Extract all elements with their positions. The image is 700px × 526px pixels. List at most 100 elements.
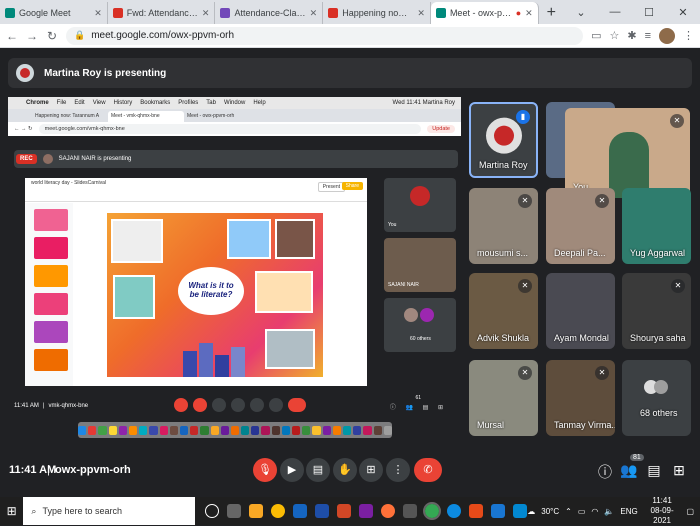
wifi-icon[interactable]: ◠ <box>591 507 598 516</box>
tab-search-icon[interactable]: ⌄ <box>564 6 598 19</box>
firefox-app-icon[interactable] <box>381 504 396 518</box>
app-icon[interactable] <box>359 504 374 518</box>
captions-button[interactable]: ▤ <box>306 458 330 482</box>
activities-icon[interactable]: ⊞ <box>670 462 688 479</box>
bookmark-star-icon[interactable]: ☆ <box>609 29 619 42</box>
chat-icon[interactable]: ▤ <box>645 462 663 479</box>
task-view-icon[interactable] <box>205 504 220 518</box>
inner-tile-sajani: SAJANI NAIR <box>384 238 456 292</box>
notifications-icon[interactable]: ▢ <box>686 507 694 516</box>
reload-icon[interactable]: ↻ <box>46 29 58 43</box>
chrome-active-app-icon[interactable] <box>423 502 442 520</box>
dock-app-icon <box>312 425 321 435</box>
mac-menu-item: Bookmarks <box>140 100 171 106</box>
close-icon[interactable]: ✕ <box>94 8 102 19</box>
dock-app-icon <box>353 425 362 435</box>
more-options-button[interactable]: ⋮ <box>386 458 410 482</box>
camera-button[interactable]: ▶ <box>280 458 304 482</box>
slide-thumbnail <box>34 293 68 315</box>
browser-tab-gmail[interactable]: Fwd: Attendance Link for III - ✕ <box>108 2 216 24</box>
word-app-icon[interactable] <box>315 504 330 518</box>
language-indicator[interactable]: ENG <box>620 507 637 516</box>
browser-tab-happening-now[interactable]: Happening now: Martina Roy ✕ <box>323 2 431 24</box>
participant-tile-mousumi[interactable]: ✕ mousumi s... <box>469 188 538 264</box>
participant-tile-mursal[interactable]: ✕ Mursal <box>469 360 538 436</box>
close-window-icon[interactable]: ✕ <box>666 6 700 19</box>
meeting-details-icon[interactable]: ⓘ <box>596 462 614 482</box>
participant-tile-yug[interactable]: Yug Aggarwal <box>622 188 691 264</box>
mac-menu-item: Chrome <box>26 100 49 106</box>
profile-avatar[interactable] <box>659 27 675 44</box>
back-icon[interactable]: ← <box>6 29 18 43</box>
windows-taskbar: ⊞ ⌕ Type here to search ☁ 30°C ⌃ ▭ ◠ 🔈 EN… <box>0 496 700 526</box>
participant-tile-advik[interactable]: ✕ Advik Shukla <box>469 273 538 349</box>
taskbar-clock[interactable]: 11:41 08-09-2021 <box>644 496 681 526</box>
system-tray: ☁ 30°C ⌃ ▭ ◠ 🔈 ENG 11:41 08-09-2021 ▢ <box>527 496 700 526</box>
inner-tab: Meet - owx-ppvm-orh <box>187 113 235 119</box>
slides-title: world literacy day - SlidesCarnival <box>31 180 107 186</box>
edge-app-icon[interactable] <box>447 504 462 518</box>
cast-icon[interactable]: ▭ <box>591 29 601 42</box>
people-icon[interactable]: 👥 <box>620 462 638 479</box>
participant-tile-you[interactable]: ✕ You <box>565 108 690 198</box>
minimize-icon[interactable]: — <box>598 6 632 18</box>
presenter-avatar <box>16 64 34 82</box>
app-icon[interactable] <box>513 504 528 518</box>
mac-menu-item: Help <box>253 100 266 106</box>
inner-presenting-text: SAJANI NAIR is presenting <box>58 156 132 162</box>
participant-tile-martina-roy[interactable]: ▮ Martina Roy <box>469 102 538 178</box>
participant-tile-shourya[interactable]: ✕ Shourya saha <box>622 273 691 349</box>
task-view-icon[interactable] <box>227 504 242 518</box>
inner-url: meet.google.com/vmk-qhmx-bne <box>38 124 422 134</box>
dock-app-icon <box>271 425 280 435</box>
settings-app-icon[interactable] <box>403 504 418 518</box>
close-icon[interactable]: ✕ <box>525 8 533 19</box>
new-tab-button[interactable]: + <box>539 2 564 24</box>
menu-dots-icon[interactable]: ⋮ <box>683 29 694 42</box>
participant-tile-others[interactable]: 68 others <box>622 360 691 436</box>
chrome-app-icon[interactable] <box>271 504 286 518</box>
dock-app-icon <box>251 425 260 435</box>
inner-tile-name: 60 others <box>410 336 431 342</box>
participant-name: Mursal <box>477 420 505 430</box>
maximize-icon[interactable]: ☐ <box>632 6 666 19</box>
participant-name: Shourya saha <box>630 333 686 343</box>
meet-bottom-bar: 11:41 AM owx-ppvm-orh | 🎙 ▶ ▤ ✋ ⊞ ⋮ ✆ ⓘ … <box>0 450 700 492</box>
participant-tile-ayam[interactable]: Ayam Mondal <box>546 273 615 349</box>
mac-menu-item: File <box>56 100 67 106</box>
reading-list-icon[interactable]: ≡ <box>645 30 651 42</box>
store-app-icon[interactable] <box>293 504 308 518</box>
shared-screen: Chrome File Edit View History Bookmarks … <box>8 97 461 442</box>
volume-icon[interactable]: 🔈 <box>604 507 614 516</box>
browser-tab-forms[interactable]: Attendance-Classes V TO VIII ✕ <box>215 2 324 24</box>
windows-start-icon[interactable]: ⊞ <box>0 504 23 518</box>
browser-tab-google-meet[interactable]: Google Meet ✕ <box>0 2 108 24</box>
browser-tab-meet-active[interactable]: Meet - owx-ppvm-orh●✕ <box>430 2 539 24</box>
forward-icon[interactable]: → <box>26 29 38 43</box>
present-now-button[interactable]: ⊞ <box>359 458 383 482</box>
slide-canvas: What is it to be literate? <box>107 213 323 377</box>
powerpoint-app-icon[interactable] <box>337 504 352 518</box>
leave-call-button[interactable]: ✆ <box>414 458 442 482</box>
taskbar-search[interactable]: ⌕ Type here to search <box>23 497 196 525</box>
app-icon[interactable] <box>491 504 506 518</box>
extensions-icon[interactable]: ✱ <box>627 29 636 42</box>
file-explorer-icon[interactable] <box>249 504 264 518</box>
address-bar[interactable]: 🔒 meet.google.com/owx-ppvm-orh <box>66 26 584 45</box>
mic-off-icon: ✕ <box>518 366 532 380</box>
slides-window: world literacy day - SlidesCarnival Pres… <box>25 178 367 386</box>
dock-app-icon <box>169 425 178 435</box>
tray-up-icon[interactable]: ⌃ <box>565 507 572 516</box>
dock-app-icon <box>241 425 250 435</box>
dock-app-icon <box>210 425 219 435</box>
close-icon[interactable]: ✕ <box>310 8 318 19</box>
close-icon[interactable]: ✕ <box>202 8 210 19</box>
participant-tile-deepali[interactable]: ✕ Deepali Pa... <box>546 188 615 264</box>
address-bar-row: ← → ↻ 🔒 meet.google.com/owx-ppvm-orh ▭ ☆ … <box>0 24 700 48</box>
participant-tile-tanmay[interactable]: ✕ Tanmay Virma... <box>546 360 615 436</box>
mic-off-button[interactable]: 🎙 <box>253 458 277 482</box>
close-icon[interactable]: ✕ <box>417 8 425 19</box>
raise-hand-button[interactable]: ✋ <box>333 458 357 482</box>
battery-icon[interactable]: ▭ <box>578 507 586 516</box>
office-app-icon[interactable] <box>469 504 484 518</box>
